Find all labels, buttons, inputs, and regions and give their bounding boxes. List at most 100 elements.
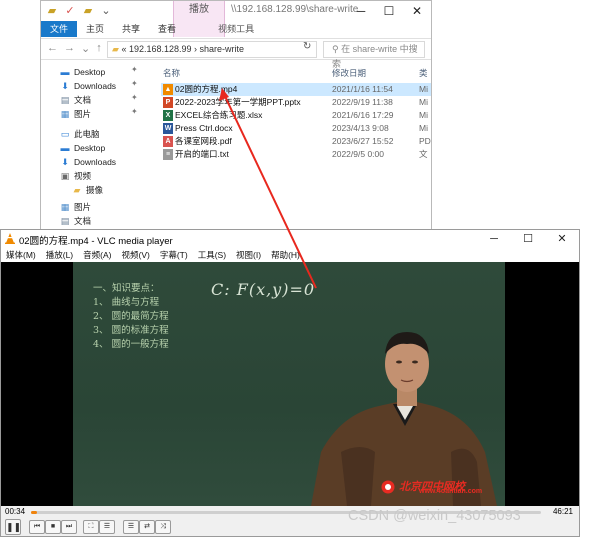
nav-item[interactable]: ⬇ Downloads xyxy=(59,79,116,93)
playlist-button[interactable]: ☰ xyxy=(123,520,139,534)
new-folder-icon[interactable]: ▰ xyxy=(81,4,95,18)
nav-item[interactable]: ▰ 摄像 xyxy=(71,183,103,197)
vlc-titlebar: 02圆的方程.mp4 - VLC media player ─ ☐ ✕ xyxy=(1,230,579,248)
nav-item[interactable]: ▣ 视频 xyxy=(59,169,91,183)
file-type: PD xyxy=(419,136,431,146)
fullscreen-button[interactable]: ⛶ xyxy=(83,520,99,534)
vlc-menu-item[interactable]: 视频(V) xyxy=(116,248,154,262)
recent-chevron-icon[interactable]: ⌄ xyxy=(81,42,90,55)
file-row[interactable]: A 各课室网段.pdf 2023/6/27 15:52 PD xyxy=(161,135,431,148)
video-area[interactable]: 一、知识要点： 1、 曲线与方程 2、 圆的最简方程 3、 圆的标准方程 4、 圆的一般… xyxy=(1,262,579,506)
properties-icon[interactable]: ✓ xyxy=(63,4,77,18)
nav-item-label: Desktop xyxy=(74,143,106,153)
tab-share[interactable]: 共享 xyxy=(113,21,149,37)
file-date: 2022/9/19 11:38 xyxy=(332,97,393,107)
tab-video-tools[interactable]: 视频工具 xyxy=(209,21,263,37)
docx-file-icon: W xyxy=(163,123,173,134)
nav-item-label: 文档 xyxy=(74,216,92,226)
navigation-pane: ▬ Desktop ✦ ⬇ Downloads ✦ ▤ 文档 ✦ ▦ 图片 ✦ ▭ 此电脑 ▬ Desktop… xyxy=(41,61,149,233)
file-row[interactable]: X EXCEL综合练习题.xlsx 2021/6/16 17:29 Mi xyxy=(161,109,431,122)
vlc-menu-item[interactable]: 播放(L) xyxy=(41,248,78,262)
nav-item[interactable]: ▤ 文档 xyxy=(59,214,91,228)
nav-item[interactable]: ▤ 文档 xyxy=(59,93,91,107)
address-prefix: « xyxy=(121,44,127,54)
elapsed-time: 00:34 xyxy=(5,507,26,516)
file-explorer-window: ▰ ✓ ▰ ⌄ 播放 \\192.168.128.99\share-write … xyxy=(40,0,432,232)
tab-view[interactable]: 查看 xyxy=(149,21,185,37)
chevron-down-icon[interactable]: ⌄ xyxy=(99,4,113,18)
pause-button[interactable]: ❚❚ xyxy=(5,519,21,535)
file-date: 2021/1/16 11:54 xyxy=(332,84,393,94)
column-header-name[interactable]: 名称 xyxy=(163,67,180,79)
address-bar[interactable]: ▰ « 192.168.128.99 › share-write xyxy=(107,41,317,58)
nav-item[interactable]: ▬ Desktop xyxy=(59,141,106,155)
tab-home[interactable]: 主页 xyxy=(77,21,113,37)
close-button[interactable]: ✕ xyxy=(403,1,431,21)
stop-button[interactable]: ■ xyxy=(45,520,61,534)
document-icon: ▤ xyxy=(60,95,70,105)
column-header-date[interactable]: 修改日期 xyxy=(332,67,366,79)
file-name: Press Ctrl.docx xyxy=(175,123,233,133)
shuffle-button[interactable]: ⤨ xyxy=(155,520,171,534)
vlc-menu-item[interactable]: 帮助(H) xyxy=(266,248,305,262)
search-input[interactable]: ⚲ 在 share-write 中搜索 xyxy=(323,41,425,69)
next-button[interactable]: ⏭ xyxy=(61,520,77,534)
vlc-window-controls: ─ ☐ ✕ xyxy=(477,230,579,248)
minimize-button[interactable]: ─ xyxy=(477,230,511,248)
file-type: Mi xyxy=(419,97,428,107)
extended-settings-button[interactable]: ☰ xyxy=(99,520,115,534)
vlc-menu-item[interactable]: 工具(S) xyxy=(193,248,231,262)
back-arrow-icon[interactable]: ← xyxy=(47,42,58,55)
vlc-file-icon: ▲ xyxy=(163,84,173,95)
total-time: 46:21 xyxy=(552,507,573,516)
file-name: EXCEL综合练习题.xlsx xyxy=(175,110,263,120)
tab-file[interactable]: 文件 xyxy=(41,21,78,37)
address-path: 192.168.128.99 › share-write xyxy=(128,44,245,54)
minimize-button[interactable]: ─ xyxy=(347,1,375,21)
vlc-menu-item[interactable]: 媒体(M) xyxy=(1,248,41,262)
pin-icon: ✦ xyxy=(131,79,138,88)
forward-arrow-icon[interactable]: → xyxy=(64,42,75,55)
vlc-menu-bar: 媒体(M) 播放(L) 音频(A) 视频(V) 字幕(T) 工具(S) 视图(I) 帮助(H) xyxy=(1,248,579,262)
nav-item[interactable]: ▦ 图片 xyxy=(59,107,91,121)
computer-icon: ▭ xyxy=(60,129,70,139)
board-line: 4、 圆的一般方程 xyxy=(93,339,169,350)
vlc-menu-item[interactable]: 音频(A) xyxy=(78,248,116,262)
xlsx-file-icon: X xyxy=(163,110,173,121)
file-row[interactable]: W Press Ctrl.docx 2023/4/13 9:08 Mi xyxy=(161,122,431,135)
board-line: 一、知识要点： xyxy=(93,283,160,294)
file-list: 名称 修改日期 类 ▲ 02圆的方程.mp4 2021/1/16 11:54 Mi P 2… xyxy=(161,61,431,233)
loop-button[interactable]: ⇄ xyxy=(139,520,155,534)
maximize-button[interactable]: ☐ xyxy=(511,230,545,248)
search-icon: ⚲ xyxy=(332,44,339,54)
txt-file-icon: ≡ xyxy=(163,149,173,160)
file-row[interactable]: P 2022-2023学年第一学期PPT.pptx 2022/9/19 11:38 M… xyxy=(161,96,431,109)
previous-button[interactable]: ⏮ xyxy=(29,520,45,534)
vlc-menu-item[interactable]: 字幕(T) xyxy=(155,248,193,262)
nav-item[interactable]: ⬇ Downloads xyxy=(59,155,116,169)
up-arrow-icon[interactable]: ↑ xyxy=(96,42,102,55)
file-row[interactable]: ≡ 开启的端口.txt 2022/9/5 0:00 文 xyxy=(161,148,431,161)
vlc-player-window: 02圆的方程.mp4 - VLC media player ─ ☐ ✕ 媒体(M… xyxy=(0,229,580,537)
nav-item-label: 此电脑 xyxy=(74,129,100,139)
refresh-icon[interactable]: ↻ xyxy=(303,41,311,52)
column-header-type[interactable]: 类 xyxy=(419,67,428,79)
board-outline: 一、知识要点： 1、 曲线与方程 2、 圆的最简方程 3、 圆的标准方程 4、 圆的一般… xyxy=(93,282,169,352)
watermark-logo: 北京四中网校 www.4oantian.com xyxy=(379,477,499,497)
file-date: 2023/4/13 9:08 xyxy=(332,123,389,133)
folder-icon[interactable]: ▰ xyxy=(45,4,59,18)
play-tab-label: 播放 xyxy=(189,4,209,15)
close-button[interactable]: ✕ xyxy=(545,230,579,248)
maximize-button[interactable]: ☐ xyxy=(375,1,403,21)
vlc-menu-item[interactable]: 视图(I) xyxy=(231,248,266,262)
nav-item[interactable]: ▭ 此电脑 xyxy=(59,127,100,141)
nav-item[interactable]: ▬ Desktop xyxy=(59,65,106,79)
nav-item[interactable]: ▦ 图片 xyxy=(59,200,91,214)
document-icon: ▤ xyxy=(60,216,70,226)
pin-icon: ✦ xyxy=(131,65,138,74)
file-row[interactable]: ▲ 02圆的方程.mp4 2021/1/16 11:54 Mi xyxy=(161,83,431,96)
logo-emblem-icon xyxy=(381,480,395,494)
desktop-icon: ▬ xyxy=(60,143,70,153)
file-type: Mi xyxy=(419,110,428,120)
picture-icon: ▦ xyxy=(60,109,70,119)
